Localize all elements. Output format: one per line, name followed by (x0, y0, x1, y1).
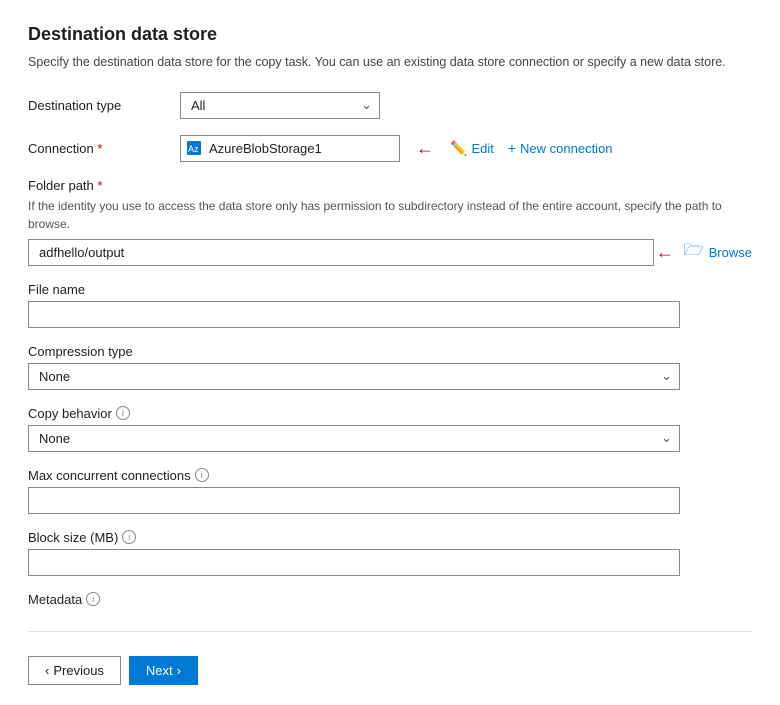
max-concurrent-input[interactable] (28, 487, 680, 514)
compression-type-section: Compression type None GZip Deflate BZip2… (28, 344, 752, 390)
connection-row: Connection * Az AzureBlobStorage1 ← ✏️ E… (28, 135, 752, 162)
destination-type-row: Destination type All (28, 92, 752, 119)
destination-type-label: Destination type (28, 98, 168, 113)
page-title: Destination data store (28, 24, 752, 45)
destination-type-select[interactable]: All (180, 92, 380, 119)
metadata-info-icon: i (86, 592, 100, 606)
footer-divider (28, 631, 752, 632)
folder-path-label: Folder path * (28, 178, 168, 193)
edit-button[interactable]: ✏️ Edit (450, 140, 494, 157)
previous-button[interactable]: ‹ Previous (28, 656, 121, 685)
max-concurrent-section: Max concurrent connections i (28, 468, 752, 514)
footer: ‹ Previous Next › (28, 648, 752, 685)
block-size-input[interactable] (28, 549, 680, 576)
max-concurrent-label: Max concurrent connections i (28, 468, 752, 483)
folder-arrow-indicator: ← (656, 242, 674, 263)
copy-behavior-select[interactable]: None FlattenHierarchy MergeFiles Preserv… (28, 425, 680, 452)
compression-type-select-wrapper: None GZip Deflate BZip2 ZipDeflate Snapp… (28, 363, 680, 390)
copy-behavior-label: Copy behavior i (28, 406, 752, 421)
browse-button[interactable]: 🗁 Browse (684, 239, 752, 266)
folder-icon: 🗁 (684, 239, 704, 266)
folder-required: * (94, 178, 103, 193)
page-description: Specify the destination data store for t… (28, 53, 752, 72)
block-size-section: Block size (MB) i (28, 530, 752, 576)
file-name-label: File name (28, 282, 752, 297)
compression-type-label: Compression type (28, 344, 752, 359)
folder-input-row: ← 🗁 Browse (28, 239, 752, 266)
new-connection-button[interactable]: + New connection (508, 140, 613, 156)
metadata-label: Metadata i (28, 592, 752, 607)
page-container: Destination data store Specify the desti… (0, 0, 780, 705)
max-concurrent-info-icon: i (195, 468, 209, 482)
copy-behavior-select-wrapper: None FlattenHierarchy MergeFiles Preserv… (28, 425, 680, 452)
copy-behavior-section: Copy behavior i None FlattenHierarchy Me… (28, 406, 752, 452)
connection-select[interactable]: AzureBlobStorage1 (180, 135, 400, 162)
next-chevron-icon: › (177, 663, 181, 678)
connection-arrow-indicator: ← (416, 138, 434, 159)
required-indicator: * (94, 141, 103, 156)
folder-path-label-row: Folder path * (28, 178, 752, 193)
file-name-input[interactable] (28, 301, 680, 328)
plus-icon: + (508, 140, 516, 156)
compression-type-select[interactable]: None GZip Deflate BZip2 ZipDeflate Snapp… (28, 363, 680, 390)
previous-chevron-icon: ‹ (45, 663, 49, 678)
file-name-section: File name (28, 282, 752, 328)
connection-label: Connection * (28, 141, 168, 156)
connection-actions: ✏️ Edit + New connection (450, 140, 613, 157)
metadata-section: Metadata i (28, 592, 752, 607)
connection-select-wrapper: Az AzureBlobStorage1 (180, 135, 400, 162)
copy-behavior-info-icon: i (116, 406, 130, 420)
folder-path-section: Folder path * If the identity you use to… (28, 178, 752, 266)
block-size-info-icon: i (122, 530, 136, 544)
block-size-label: Block size (MB) i (28, 530, 752, 545)
destination-type-select-wrapper: All (180, 92, 380, 119)
folder-path-input[interactable] (28, 239, 654, 266)
next-button[interactable]: Next › (129, 656, 198, 685)
folder-path-description: If the identity you use to access the da… (28, 197, 752, 233)
edit-icon: ✏️ (450, 140, 467, 157)
